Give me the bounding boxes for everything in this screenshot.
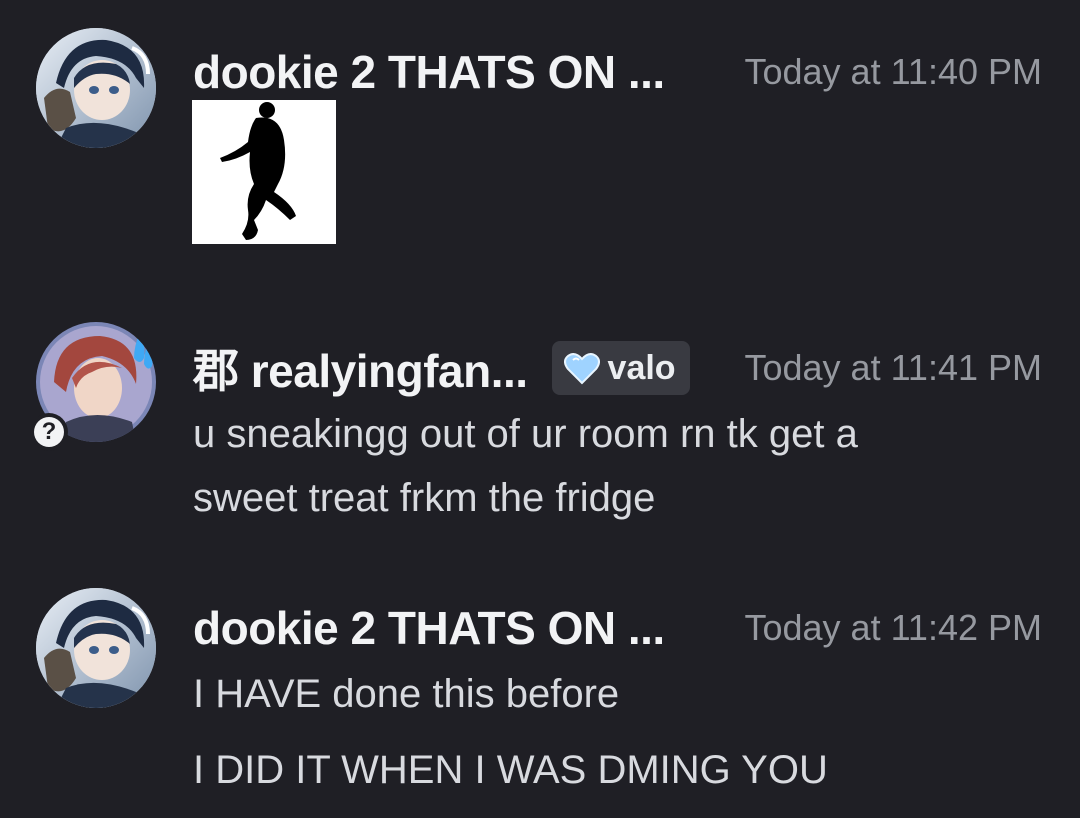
user-avatar[interactable] [36,588,156,708]
message-header: dookie 2 THATS ON ... Today at 11:40 PM [193,44,1042,100]
server-tag[interactable]: valo [551,341,690,395]
timestamp[interactable]: Today at 11:41 PM [744,347,1042,389]
message-content: I HAVE done this before I DID IT WHEN I … [193,662,828,802]
dancing-silhouette-icon [220,102,296,240]
avatar-image [36,28,156,148]
question-icon: ? [34,417,64,447]
username[interactable]: dookie 2 THATS ON ... [193,601,665,655]
user-avatar[interactable] [36,28,156,148]
timestamp[interactable]: Today at 11:42 PM [744,607,1042,649]
timestamp[interactable]: Today at 11:40 PM [744,51,1042,93]
username[interactable]: dookie 2 THATS ON ... [193,45,665,99]
message-line: u sneakingg out of ur room rn tk get a [193,412,858,456]
message-header: 郡 realyingfan... valo Today at 11:41 PM [193,338,1042,398]
status-badge[interactable]: ? [30,413,68,451]
heart-icon [563,353,600,385]
message-line: I DID IT WHEN I WAS DMING YOU [193,748,828,792]
chat-messages: dookie 2 THATS ON ... Today at 11:40 PM [0,0,1080,818]
username[interactable]: 郡 realyingfan... [193,335,528,401]
message-content: u sneakingg out of ur room rn tk get a s… [193,402,858,530]
gif-attachment[interactable] [192,100,336,244]
message-header: dookie 2 THATS ON ... Today at 11:42 PM [193,600,1042,656]
message-line: sweet treat frkm the fridge [193,476,656,520]
tag-label: valo [607,348,676,387]
message-line: I HAVE done this before [193,672,620,716]
avatar-image [36,588,156,708]
